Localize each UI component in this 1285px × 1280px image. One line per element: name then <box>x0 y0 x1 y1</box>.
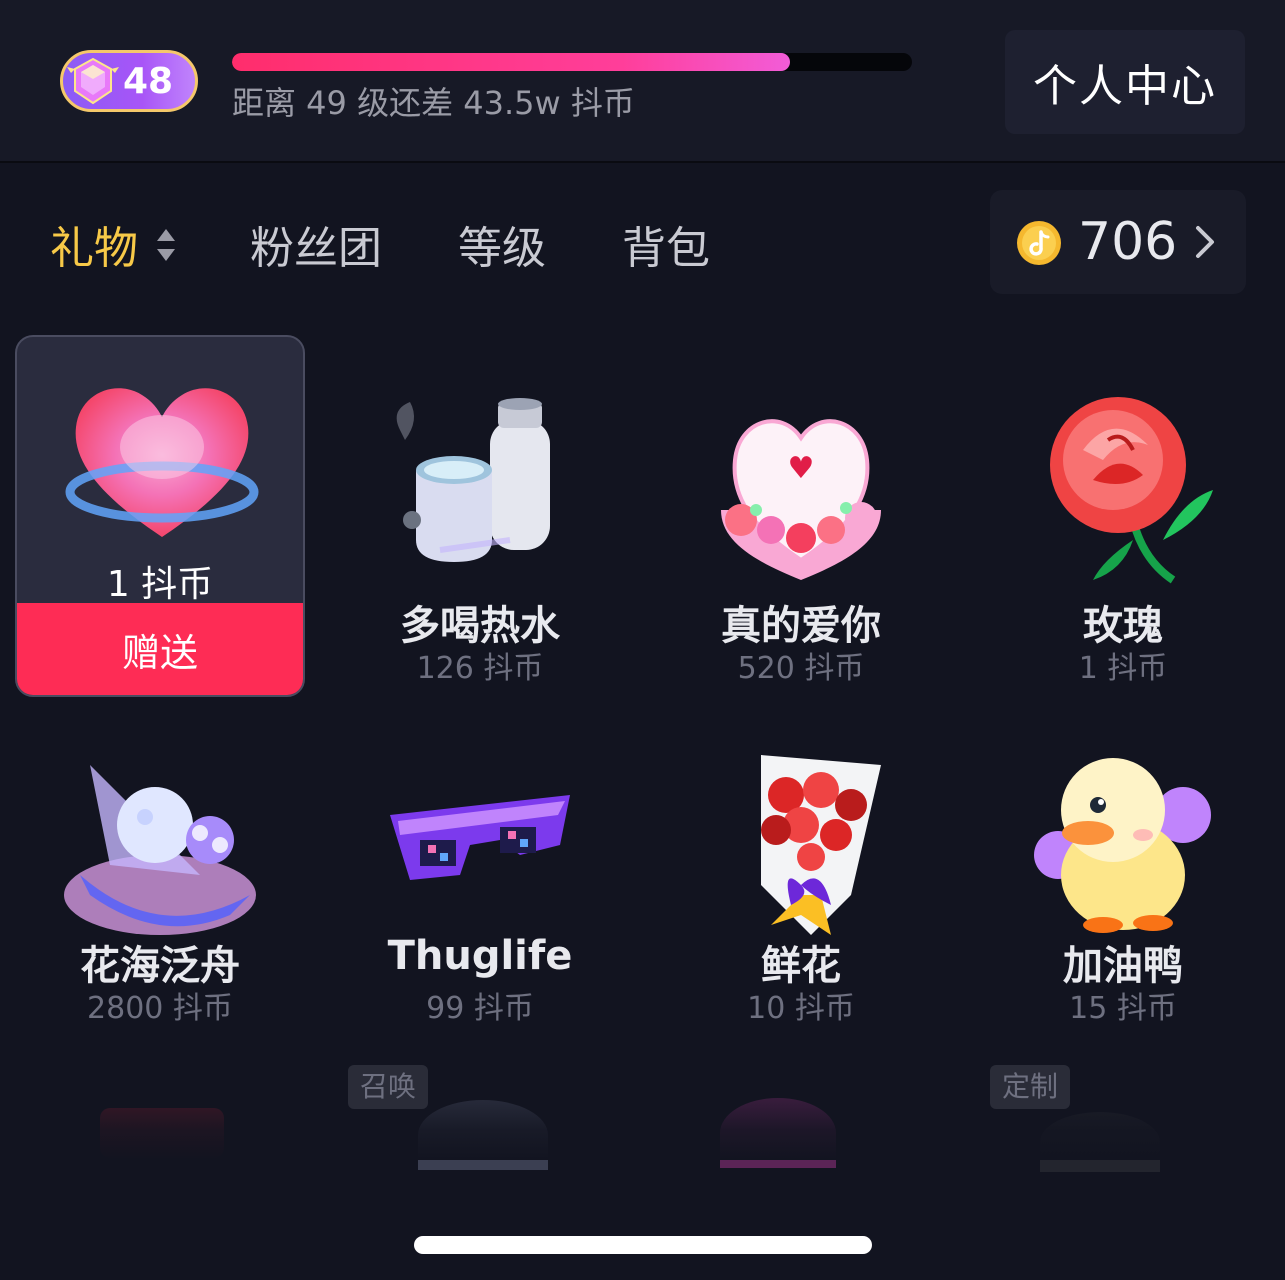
gift-price: 2800 抖币 <box>87 991 233 1026</box>
gift-card[interactable]: 鲜花 10 抖币 <box>656 735 946 1095</box>
gift-card[interactable]: Thuglife 99 抖币 <box>335 735 625 1095</box>
gift-card[interactable]: 花海泛舟 2800 抖币 <box>15 735 305 1095</box>
douyin-coin-icon <box>1017 221 1061 265</box>
profile-center-button[interactable]: 个人中心 <box>1005 30 1245 134</box>
gift-card[interactable]: ♥ 真的爱你 520 抖币 <box>656 345 946 705</box>
bouquet-gift-icon <box>761 755 881 935</box>
gift-price: 1 抖币 <box>1078 651 1168 686</box>
flower-boat-gift-icon <box>64 765 256 935</box>
tab-gifts[interactable]: 礼物 <box>50 212 138 276</box>
level-gem-icon <box>67 57 119 105</box>
gift-card[interactable]: 玫瑰 1 抖币 <box>978 345 1268 705</box>
scroll-fade-mask <box>0 1060 1285 1160</box>
level-progress-fill <box>232 53 790 71</box>
heart-gift-icon <box>65 388 259 537</box>
coin-balance-button[interactable]: 706 <box>990 190 1246 294</box>
gift-price: 99 抖币 <box>426 991 534 1026</box>
level-progress-text: 距离 49 级还差 43.5w 抖币 <box>232 84 635 122</box>
home-indicator[interactable] <box>414 1236 872 1254</box>
level-badge[interactable]: 48 <box>60 50 198 112</box>
gift-price: 126 抖币 <box>416 651 544 686</box>
chevron-right-icon <box>1196 226 1214 258</box>
gift-price: 10 抖币 <box>747 991 855 1026</box>
thermos-gift-icon <box>396 398 550 562</box>
gift-price: 15 抖币 <box>1069 991 1177 1026</box>
pixel-sunglasses-gift-icon <box>390 795 570 880</box>
tab-backpack[interactable]: 背包 <box>622 212 710 276</box>
summon-tag: 召唤 <box>348 1065 429 1109</box>
tab-fan-club[interactable]: 粉丝团 <box>250 212 382 276</box>
sort-arrows-icon[interactable] <box>155 225 177 265</box>
svg-text:♥: ♥ <box>788 451 815 486</box>
gift-price: 520 抖币 <box>737 651 865 686</box>
gift-card-selected[interactable]: 1 抖币 赠送 <box>15 335 305 697</box>
level-number: 48 <box>123 60 174 102</box>
gift-name: Thuglife <box>387 933 573 979</box>
coin-balance-value: 706 <box>1078 212 1178 272</box>
cheer-duck-gift-icon <box>1034 758 1211 933</box>
level-progress-bar-header: 48 距离 49 级还差 43.5w 抖币 个人中心 <box>0 0 1285 163</box>
gift-card[interactable]: 多喝热水 126 抖币 <box>335 345 625 705</box>
tab-level[interactable]: 等级 <box>458 212 546 276</box>
level-progress-track <box>232 53 912 71</box>
heart-box-gift-icon: ♥ <box>721 419 881 580</box>
rose-gift-icon <box>1050 397 1213 584</box>
custom-tag: 定制 <box>990 1065 1071 1109</box>
gift-panel-tabs: 礼物 粉丝团 等级 背包 706 <box>0 190 1285 300</box>
send-gift-button[interactable]: 赠送 <box>17 603 303 695</box>
gift-price: 1 抖币 <box>106 564 214 605</box>
gift-card[interactable]: 加油鸭 15 抖币 <box>978 735 1268 1095</box>
